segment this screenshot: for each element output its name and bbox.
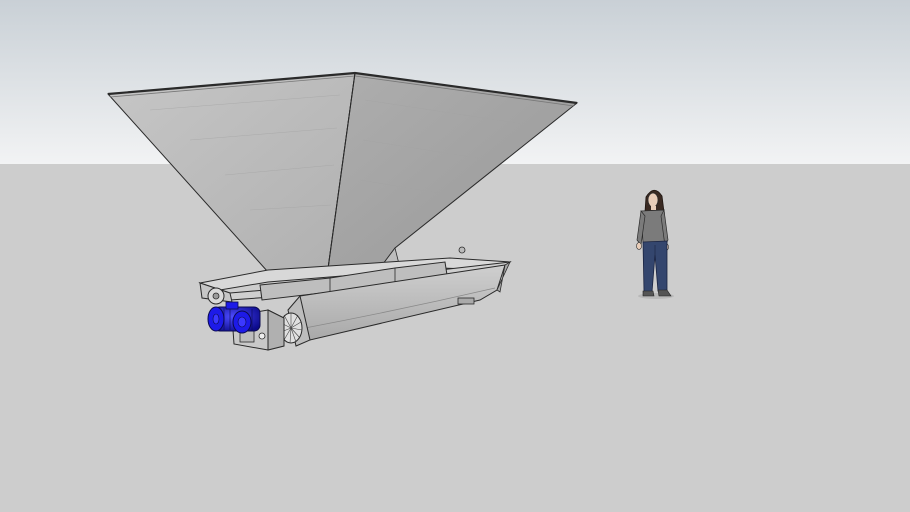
ground-plane: [0, 164, 910, 512]
3d-model-viewport[interactable]: [0, 0, 910, 512]
scene-drawing: [0, 0, 910, 512]
